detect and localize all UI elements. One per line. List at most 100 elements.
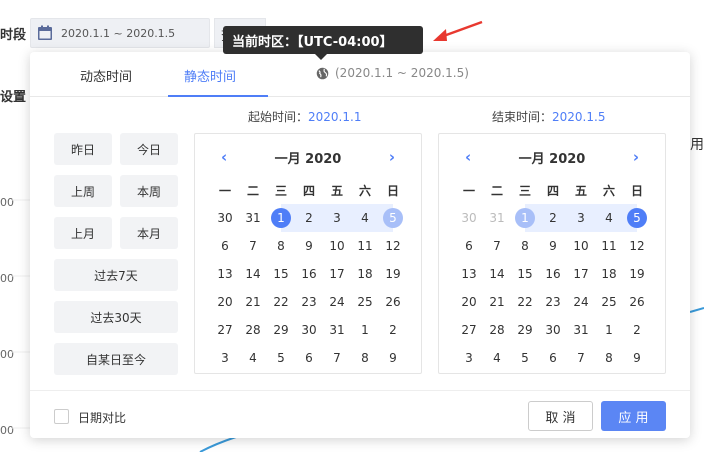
calendar-day[interactable]: 2 xyxy=(539,204,567,232)
calendar-day[interactable]: 16 xyxy=(539,260,567,288)
calendar-day[interactable]: 6 xyxy=(455,232,483,260)
chevron-right-icon[interactable]: › xyxy=(389,148,395,166)
calendar-day[interactable]: 26 xyxy=(623,288,651,316)
calendar-day[interactable]: 21 xyxy=(239,288,267,316)
date-compare-checkbox[interactable] xyxy=(54,409,69,424)
calendar-day[interactable]: 17 xyxy=(323,260,351,288)
calendar-day[interactable]: 10 xyxy=(567,232,595,260)
quick-today[interactable]: 今日 xyxy=(120,133,178,165)
calendar-day[interactable]: 7 xyxy=(323,344,351,372)
calendar-day[interactable]: 3 xyxy=(323,204,351,232)
tab-static-time[interactable]: 静态时间 xyxy=(184,66,236,85)
calendar-day[interactable]: 7 xyxy=(567,344,595,372)
calendar-day[interactable]: 27 xyxy=(211,316,239,344)
calendar-day[interactable]: 12 xyxy=(623,232,651,260)
calendar-day[interactable]: 1 xyxy=(595,316,623,344)
calendar-day[interactable]: 1 xyxy=(351,316,379,344)
calendar-day[interactable]: 29 xyxy=(511,316,539,344)
quick-this-week[interactable]: 本周 xyxy=(120,175,178,207)
calendar-day[interactable]: 15 xyxy=(511,260,539,288)
quick-past-7-days[interactable]: 过去7天 xyxy=(54,259,178,291)
calendar-day[interactable]: 1 xyxy=(511,204,539,232)
calendar-day[interactable]: 1 xyxy=(267,204,295,232)
calendar-day[interactable]: 30 xyxy=(455,204,483,232)
calendar-day[interactable]: 5 xyxy=(267,344,295,372)
calendar-day[interactable]: 7 xyxy=(239,232,267,260)
chevron-right-icon[interactable]: › xyxy=(633,148,639,166)
calendar-day[interactable]: 8 xyxy=(511,232,539,260)
calendar-day[interactable]: 28 xyxy=(239,316,267,344)
calendar-day[interactable]: 9 xyxy=(539,232,567,260)
calendar-day[interactable]: 5 xyxy=(511,344,539,372)
calendar-day[interactable]: 9 xyxy=(295,232,323,260)
calendar-day[interactable]: 29 xyxy=(267,316,295,344)
quick-last-month[interactable]: 上月 xyxy=(54,217,112,249)
cancel-button[interactable]: 取 消 xyxy=(528,401,593,431)
calendar-day[interactable]: 25 xyxy=(351,288,379,316)
calendar-day[interactable]: 31 xyxy=(483,204,511,232)
calendar-day[interactable]: 26 xyxy=(379,288,407,316)
calendar-day[interactable]: 7 xyxy=(483,232,511,260)
quick-yesterday[interactable]: 昨日 xyxy=(54,133,112,165)
quick-this-month[interactable]: 本月 xyxy=(120,217,178,249)
calendar-day[interactable]: 30 xyxy=(211,204,239,232)
quick-since-date[interactable]: 自某日至今 xyxy=(54,343,178,375)
calendar-day[interactable]: 15 xyxy=(267,260,295,288)
calendar-day[interactable]: 23 xyxy=(295,288,323,316)
calendar-day[interactable]: 18 xyxy=(351,260,379,288)
calendar-day[interactable]: 9 xyxy=(623,344,651,372)
calendar-day[interactable]: 6 xyxy=(211,232,239,260)
calendar-day[interactable]: 13 xyxy=(455,260,483,288)
calendar-day[interactable]: 23 xyxy=(539,288,567,316)
calendar-day[interactable]: 8 xyxy=(267,232,295,260)
calendar-day[interactable]: 30 xyxy=(295,316,323,344)
calendar-day[interactable]: 12 xyxy=(379,232,407,260)
calendar-day[interactable]: 14 xyxy=(483,260,511,288)
calendar-day[interactable]: 16 xyxy=(295,260,323,288)
calendar-day[interactable]: 4 xyxy=(239,344,267,372)
calendar-day[interactable]: 4 xyxy=(351,204,379,232)
calendar-day[interactable]: 30 xyxy=(539,316,567,344)
calendar-day[interactable]: 24 xyxy=(323,288,351,316)
calendar-day[interactable]: 3 xyxy=(455,344,483,372)
calendar-day[interactable]: 19 xyxy=(379,260,407,288)
calendar-day[interactable]: 18 xyxy=(595,260,623,288)
calendar-day[interactable]: 25 xyxy=(595,288,623,316)
quick-past-30-days[interactable]: 过去30天 xyxy=(54,301,178,333)
calendar-day[interactable]: 20 xyxy=(455,288,483,316)
calendar-day[interactable]: 6 xyxy=(295,344,323,372)
calendar-day[interactable]: 20 xyxy=(211,288,239,316)
calendar-day[interactable]: 13 xyxy=(211,260,239,288)
calendar-day[interactable]: 3 xyxy=(567,204,595,232)
calendar-day[interactable]: 5 xyxy=(379,204,407,232)
calendar-day[interactable]: 17 xyxy=(567,260,595,288)
tab-dynamic-time[interactable]: 动态时间 xyxy=(80,66,132,85)
calendar-day[interactable]: 19 xyxy=(623,260,651,288)
calendar-day[interactable]: 28 xyxy=(483,316,511,344)
calendar-day[interactable]: 2 xyxy=(623,316,651,344)
calendar-day[interactable]: 11 xyxy=(595,232,623,260)
calendar-day[interactable]: 22 xyxy=(267,288,295,316)
calendar-day[interactable]: 22 xyxy=(511,288,539,316)
apply-button[interactable]: 应 用 xyxy=(601,401,666,431)
calendar-day[interactable]: 2 xyxy=(295,204,323,232)
calendar-day[interactable]: 3 xyxy=(211,344,239,372)
calendar-day[interactable]: 8 xyxy=(351,344,379,372)
calendar-day[interactable]: 24 xyxy=(567,288,595,316)
calendar-day[interactable]: 4 xyxy=(595,204,623,232)
calendar-day[interactable]: 2 xyxy=(379,316,407,344)
calendar-day[interactable]: 9 xyxy=(379,344,407,372)
calendar-day[interactable]: 11 xyxy=(351,232,379,260)
calendar-day[interactable]: 6 xyxy=(539,344,567,372)
calendar-day[interactable]: 27 xyxy=(455,316,483,344)
calendar-day[interactable]: 21 xyxy=(483,288,511,316)
calendar-day[interactable]: 14 xyxy=(239,260,267,288)
calendar-day[interactable]: 31 xyxy=(567,316,595,344)
calendar-day[interactable]: 4 xyxy=(483,344,511,372)
quick-last-week[interactable]: 上周 xyxy=(54,175,112,207)
calendar-day[interactable]: 10 xyxy=(323,232,351,260)
calendar-day[interactable]: 5 xyxy=(623,204,651,232)
calendar-day[interactable]: 31 xyxy=(239,204,267,232)
calendar-day[interactable]: 31 xyxy=(323,316,351,344)
calendar-day[interactable]: 8 xyxy=(595,344,623,372)
